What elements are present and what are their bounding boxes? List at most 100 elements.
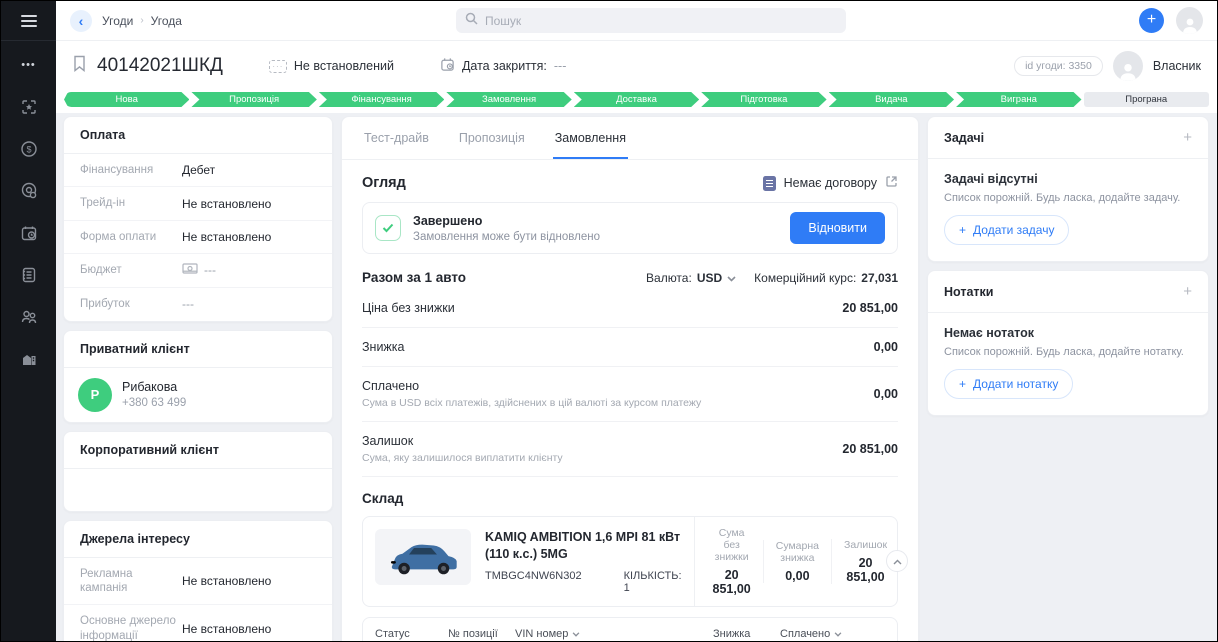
overview-title: Огляд xyxy=(362,175,406,191)
private-client-card: Приватний клієнт P Рибакова +380 63 499 xyxy=(63,329,333,423)
back-button[interactable]: ‹ xyxy=(70,9,92,32)
deals-icon[interactable] xyxy=(19,97,39,117)
vehicle-card: KAMIQ AMBITION 1,6 MPI 81 кВт (110 к.с.)… xyxy=(362,516,908,607)
col-paid[interactable]: Сплачено xyxy=(780,628,885,640)
payment-card: Оплата Фінансування Дебет Трейд-ін Не вс… xyxy=(63,116,333,322)
notes-empty-title: Немає нотаток xyxy=(944,326,1035,340)
rate-value: 27,031 xyxy=(861,270,898,285)
finance-icon[interactable]: $ xyxy=(19,139,39,159)
pipeline-status-chip[interactable]: ··· Не встановлений xyxy=(268,59,394,73)
col-vin[interactable]: VIN номер xyxy=(515,628,713,640)
deal-title: 40142021ШКД xyxy=(97,55,223,76)
expand-icon[interactable] xyxy=(885,175,898,191)
positions-table: Статус № позиції VIN номер Знижка Сплаче… xyxy=(362,616,898,641)
search-box[interactable] xyxy=(456,8,846,33)
payment-row-profit[interactable]: Прибуток --- xyxy=(64,288,332,321)
breadcrumb-separator: › xyxy=(140,15,144,26)
calendar-icon[interactable] xyxy=(19,223,39,243)
source-row-campaign[interactable]: Рекламна кампанія Не встановлено xyxy=(64,558,332,606)
plus-icon: + xyxy=(959,377,967,391)
order-card: Тест-драйв Пропозиція Замовлення Огляд Н… xyxy=(341,116,919,641)
plus-icon: + xyxy=(959,223,967,237)
tab-order[interactable]: Замовлення xyxy=(552,117,628,159)
stage-zamovlennia[interactable]: Замовлення xyxy=(446,92,571,107)
stage-pidhotovka[interactable]: Підготовка xyxy=(701,92,826,107)
more-icon[interactable]: ••• xyxy=(19,55,39,75)
stage-propozytsiia[interactable]: Пропозиція xyxy=(191,92,316,107)
collapse-vehicle-button[interactable] xyxy=(886,550,908,573)
stage-prohrana[interactable]: Програна xyxy=(1083,92,1209,107)
right-panel: Задачі + Задачі відсутні Список порожній… xyxy=(927,116,1209,416)
order-tabs: Тест-драйв Пропозиція Замовлення xyxy=(342,117,918,160)
total-row-paid: Сплачено Сума в USD всіх платежів, здійс… xyxy=(362,367,898,422)
close-date-chip[interactable]: Дата закриття: --- xyxy=(440,57,566,75)
vehicle-qty: КІЛЬКІСТЬ: 1 xyxy=(623,569,682,594)
payment-row-tradein[interactable]: Трейд-ін Не встановлено xyxy=(64,187,332,221)
stage-nova[interactable]: Нова xyxy=(64,92,189,107)
payment-row-form[interactable]: Форма оплати Не встановлено xyxy=(64,221,332,255)
source-row-primary[interactable]: Основне джерело інформації Не встановлен… xyxy=(64,605,332,641)
banknote-icon xyxy=(182,263,198,277)
order-status-banner: Завершено Замовлення може бути відновлен… xyxy=(362,202,898,254)
payment-row-budget[interactable]: Бюджет --- xyxy=(64,254,332,288)
chevron-down-icon xyxy=(572,628,580,640)
clients-icon[interactable] xyxy=(19,307,39,327)
chevron-down-icon xyxy=(727,271,736,285)
payment-row-financing[interactable]: Фінансування Дебет xyxy=(64,154,332,188)
client-item[interactable]: P Рибакова +380 63 499 xyxy=(64,368,332,422)
content: Оплата Фінансування Дебет Трейд-ін Не вс… xyxy=(56,113,1217,641)
close-date-value: --- xyxy=(553,59,567,73)
tab-proposal[interactable]: Пропозиція xyxy=(457,117,527,159)
deal-id-badge: id угоди: 3350 xyxy=(1014,56,1103,76)
app-window: ••• $ ‹ Угоди › Угода Пошук + 40142021ШК… xyxy=(0,0,1218,642)
user-avatar[interactable] xyxy=(1176,7,1203,34)
search-input[interactable] xyxy=(485,13,837,28)
add-note-plus-icon[interactable]: + xyxy=(1183,283,1192,300)
tasks-card: Задачі + Задачі відсутні Список порожній… xyxy=(927,116,1209,262)
owner-label: Власник xyxy=(1152,59,1201,73)
bookmark-icon[interactable] xyxy=(72,55,87,77)
currency-value: USD xyxy=(696,270,723,285)
commercial-rate: Комерційний курс: 27,031 xyxy=(754,270,898,285)
vehicle-vin: TMBGC4NW6N302 xyxy=(485,569,582,582)
add-note-button[interactable]: + Додати нотатку xyxy=(944,369,1074,399)
stage-finansuvannia[interactable]: Фінансування xyxy=(319,92,444,107)
vehicle-stats: Сума без знижки 20 851,00 Сумарна знижка… xyxy=(693,517,918,606)
pipeline: Нова Пропозиція Фінансування Замовлення … xyxy=(56,92,1217,107)
unset-icon: ··· xyxy=(268,59,287,73)
add-task-plus-icon[interactable]: + xyxy=(1183,129,1192,146)
journal-icon[interactable] xyxy=(19,265,39,285)
interest-sources-title: Джерела інтересу xyxy=(64,521,332,558)
tasks-empty-text: Список порожній. Будь ласка, додайте зад… xyxy=(944,192,1181,204)
company-icon[interactable] xyxy=(19,349,39,369)
stage-dostavka[interactable]: Доставка xyxy=(574,92,699,107)
create-button[interactable]: + xyxy=(1139,8,1164,33)
notes-empty-text: Список порожній. Будь ласка, додайте нот… xyxy=(944,346,1184,358)
topbar: ‹ Угоди › Угода + xyxy=(56,1,1217,41)
vehicle-image xyxy=(375,529,471,585)
breadcrumb-parent[interactable]: Угоди xyxy=(102,14,133,28)
col-status: Статус xyxy=(375,628,410,641)
vehicle-summary[interactable]: KAMIQ AMBITION 1,6 MPI 81 кВт (110 к.с.)… xyxy=(363,517,694,606)
total-row-discount: Знижка 0,00 xyxy=(362,328,898,367)
svg-text:$: $ xyxy=(26,145,31,155)
chevron-down-icon xyxy=(834,628,842,640)
left-panel: Оплата Фінансування Дебет Трейд-ін Не вс… xyxy=(63,116,333,641)
target-icon[interactable] xyxy=(19,181,39,201)
deal-header: 40142021ШКД ··· Не встановлений Дата зак… xyxy=(56,41,1217,113)
notes-card: Нотатки + Немає нотаток Список порожній.… xyxy=(927,270,1209,416)
stage-vyhrana[interactable]: Виграна xyxy=(956,92,1081,107)
restore-button[interactable]: Відновити xyxy=(790,212,885,244)
stage-vydacha[interactable]: Видача xyxy=(829,92,954,107)
check-icon xyxy=(375,215,401,241)
currency-select[interactable]: Валюта: USD xyxy=(646,271,736,285)
contract-icon xyxy=(762,175,776,191)
tab-test-drive[interactable]: Тест-драйв xyxy=(362,117,431,159)
add-task-button[interactable]: + Додати задачу xyxy=(944,215,1070,245)
tasks-empty-title: Задачі відсутні xyxy=(944,172,1038,186)
owner-avatar[interactable] xyxy=(1112,51,1143,81)
menu-icon[interactable] xyxy=(19,11,39,31)
vehicle-name: KAMIQ AMBITION 1,6 MPI 81 кВт (110 к.с.)… xyxy=(485,530,681,561)
stock-title: Склад xyxy=(362,491,404,506)
breadcrumb-current: Угода xyxy=(150,13,182,28)
